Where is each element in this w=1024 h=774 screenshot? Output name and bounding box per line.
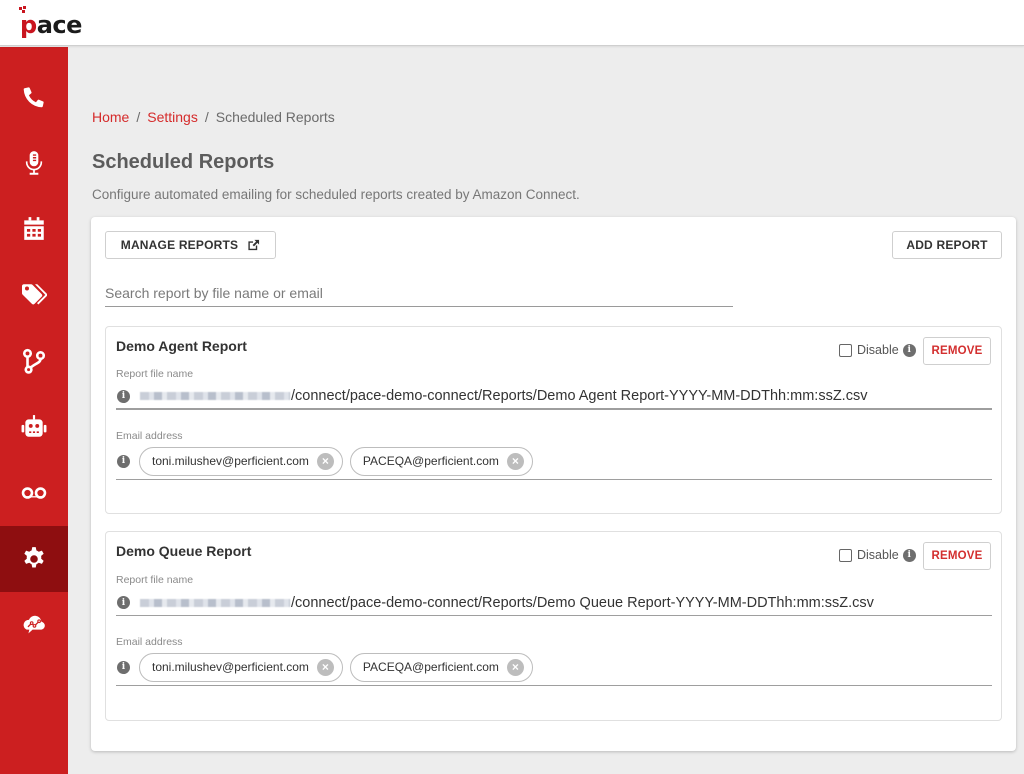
- redacted-bucket-name: [140, 598, 290, 607]
- file-name-value: /connect/pace-demo-connect/Reports/Demo …: [291, 388, 868, 404]
- email-chip-text: toni.milushev@perficient.com: [152, 660, 309, 674]
- breadcrumb-separator: /: [204, 109, 209, 125]
- sidebar-item-phone[interactable]: [0, 64, 68, 130]
- file-name-field[interactable]: i /connect/pace-demo-connect/Reports/Dem…: [116, 384, 992, 410]
- voicemail-icon: [21, 487, 47, 499]
- info-icon[interactable]: i: [117, 454, 130, 468]
- disable-toggle: Disable i: [839, 548, 916, 562]
- close-icon[interactable]: ×: [316, 658, 334, 676]
- email-label: Email address: [116, 636, 183, 648]
- manage-reports-button[interactable]: MANAGE REPORTS: [105, 231, 276, 259]
- info-icon[interactable]: i: [902, 548, 916, 562]
- sidebar-item-calendar[interactable]: [0, 196, 68, 262]
- email-field[interactable]: i toni.milushev@perficient.com × PACEQA@…: [116, 649, 992, 686]
- add-report-button[interactable]: ADD REPORT: [892, 231, 1002, 259]
- breadcrumb-settings[interactable]: Settings: [147, 109, 198, 125]
- top-bar: pace: [0, 0, 1024, 46]
- disable-toggle: Disable i: [839, 343, 916, 357]
- breadcrumb-home[interactable]: Home: [92, 109, 129, 125]
- disable-checkbox[interactable]: [839, 548, 852, 562]
- sidebar: [0, 47, 68, 774]
- phone-icon: [23, 87, 44, 108]
- close-icon[interactable]: ×: [506, 452, 524, 470]
- close-icon[interactable]: ×: [506, 658, 524, 676]
- sidebar-item-analytics[interactable]: [0, 592, 68, 658]
- logo-dots-icon: [19, 6, 27, 14]
- info-icon[interactable]: i: [902, 343, 916, 357]
- reports-panel: MANAGE REPORTS ADD REPORT Demo Agent Rep…: [91, 217, 1016, 751]
- email-chip: PACEQA@perficient.com ×: [349, 446, 533, 476]
- manage-reports-label: MANAGE REPORTS: [120, 238, 239, 252]
- email-label: Email address: [116, 430, 183, 442]
- code-branch-icon: [22, 348, 46, 374]
- info-icon[interactable]: i: [117, 660, 130, 674]
- disable-label: Disable: [857, 343, 899, 357]
- sidebar-item-settings[interactable]: [0, 526, 68, 592]
- file-name-field[interactable]: i /connect/pace-demo-connect/Reports/Dem…: [116, 590, 992, 616]
- tags-icon: [22, 284, 47, 305]
- sidebar-item-voicemail[interactable]: [0, 460, 68, 526]
- remove-button[interactable]: REMOVE: [923, 337, 991, 365]
- report-title: Demo Queue Report: [116, 543, 252, 559]
- sidebar-item-recording[interactable]: [0, 130, 68, 196]
- email-chip-text: PACEQA@perficient.com: [362, 454, 499, 468]
- email-chip: toni.milushev@perficient.com ×: [139, 446, 343, 476]
- breadcrumb-separator: /: [136, 109, 141, 125]
- info-icon[interactable]: i: [117, 596, 130, 609]
- gear-icon: [24, 547, 44, 568]
- logo-text: pace: [20, 11, 82, 39]
- info-icon[interactable]: i: [117, 389, 130, 403]
- search-input[interactable]: [105, 280, 733, 307]
- sidebar-item-tags[interactable]: [0, 262, 68, 328]
- email-chip: toni.milushev@perficient.com ×: [139, 652, 343, 682]
- file-name-label: Report file name: [116, 574, 194, 586]
- sidebar-item-routing[interactable]: [0, 328, 68, 394]
- email-chip-text: toni.milushev@perficient.com: [152, 454, 309, 468]
- external-link-icon: [248, 239, 260, 250]
- breadcrumb-current: Scheduled Reports: [215, 109, 335, 125]
- email-field[interactable]: i toni.milushev@perficient.com × PACEQA@…: [116, 443, 992, 480]
- report-card: Demo Queue Report Disable i REMOVE Repor…: [105, 531, 1002, 721]
- report-title: Demo Agent Report: [116, 338, 247, 354]
- pace-logo[interactable]: pace: [19, 6, 82, 40]
- disable-checkbox[interactable]: [839, 343, 852, 357]
- file-name-value: /connect/pace-demo-connect/Reports/Demo …: [291, 594, 874, 611]
- email-chip: PACEQA@perficient.com ×: [349, 652, 533, 682]
- robot-icon: [21, 415, 47, 437]
- cloud-analytics-icon: [23, 615, 45, 634]
- close-icon[interactable]: ×: [316, 452, 334, 470]
- breadcrumb: Home / Settings / Scheduled Reports: [92, 109, 335, 125]
- calendar-icon: [24, 217, 44, 240]
- sidebar-item-bot[interactable]: [0, 394, 68, 460]
- microphone-icon: [25, 151, 43, 175]
- email-chip-text: PACEQA@perficient.com: [362, 660, 499, 674]
- page-title: Scheduled Reports: [92, 151, 275, 173]
- remove-button[interactable]: REMOVE: [923, 542, 991, 570]
- report-card: Demo Agent Report Disable i REMOVE Repor…: [105, 326, 1002, 514]
- file-name-label: Report file name: [116, 368, 194, 380]
- disable-label: Disable: [857, 548, 899, 562]
- redacted-bucket-name: [140, 392, 290, 400]
- page-description: Configure automated emailing for schedul…: [92, 187, 580, 202]
- main-content: Home / Settings / Scheduled Reports Schedule…: [68, 47, 1024, 774]
